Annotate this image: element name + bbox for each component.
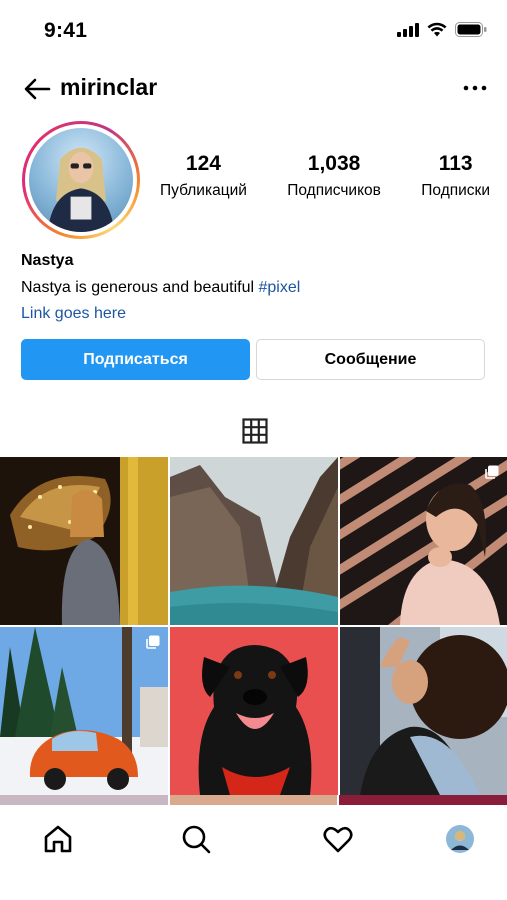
nav-search[interactable] [178, 821, 214, 857]
multiple-photos-icon [485, 465, 499, 479]
multiple-photos-icon [146, 635, 160, 649]
profile-header: mirinclar [0, 68, 507, 108]
more-horizontal-icon[interactable] [463, 80, 487, 96]
post-thumbnail[interactable] [340, 627, 507, 795]
profile-stats: 124 Публикаций 1,038 Подписчиков 113 Под… [160, 152, 490, 200]
bio-text: Nastya is generous and beautiful #pixel [21, 279, 491, 297]
post-thumbnail[interactable] [170, 457, 338, 625]
nav-profile[interactable] [442, 821, 478, 857]
stat-following-label: Подписки [421, 182, 490, 199]
posts-grid-next-row [0, 795, 507, 805]
stat-followers[interactable]: 1,038 Подписчиков [287, 152, 381, 200]
wifi-icon [427, 22, 447, 37]
nav-activity[interactable] [320, 821, 356, 857]
nav-home[interactable] [40, 821, 76, 857]
posts-grid [0, 457, 507, 795]
follow-button[interactable]: Подписаться [21, 339, 250, 380]
bio-hashtag[interactable]: #pixel [258, 279, 300, 296]
post-thumbnail[interactable] [0, 627, 168, 795]
bottom-navigation [0, 805, 507, 900]
arrow-left-icon[interactable] [22, 74, 52, 104]
stat-following-count: 113 [438, 152, 473, 175]
message-button[interactable]: Сообщение [256, 339, 485, 380]
stat-following[interactable]: 113 Подписки [421, 152, 490, 200]
post-thumbnail[interactable] [0, 457, 168, 625]
status-bar: 9:41 [0, 0, 507, 60]
stat-posts-count: 124 [185, 152, 221, 175]
post-thumbnail[interactable] [340, 457, 507, 625]
battery-icon [455, 22, 487, 37]
profile-link[interactable]: Link goes here [21, 305, 491, 323]
heart-icon [323, 826, 353, 853]
cellular-signal-icon [397, 22, 419, 37]
grid-icon[interactable] [242, 418, 268, 444]
post-thumbnail[interactable] [170, 627, 338, 795]
profile-bio: Nastya Nastya is generous and beautiful … [21, 252, 491, 323]
search-icon [182, 825, 211, 854]
status-icons [397, 22, 487, 37]
stat-followers-label: Подписчиков [287, 182, 381, 199]
profile-name: Nastya [21, 252, 74, 269]
bio-text-content: Nastya is generous and beautiful [21, 279, 259, 296]
profile-avatar[interactable] [22, 121, 140, 239]
profile-avatar-icon [446, 825, 474, 853]
stat-followers-count: 1,038 [307, 152, 361, 175]
stat-posts[interactable]: 124 Публикаций [160, 152, 247, 200]
profile-username: mirinclar [60, 74, 158, 100]
status-time: 9:41 [44, 19, 88, 42]
home-icon [44, 825, 72, 853]
stat-posts-label: Публикаций [160, 182, 247, 199]
